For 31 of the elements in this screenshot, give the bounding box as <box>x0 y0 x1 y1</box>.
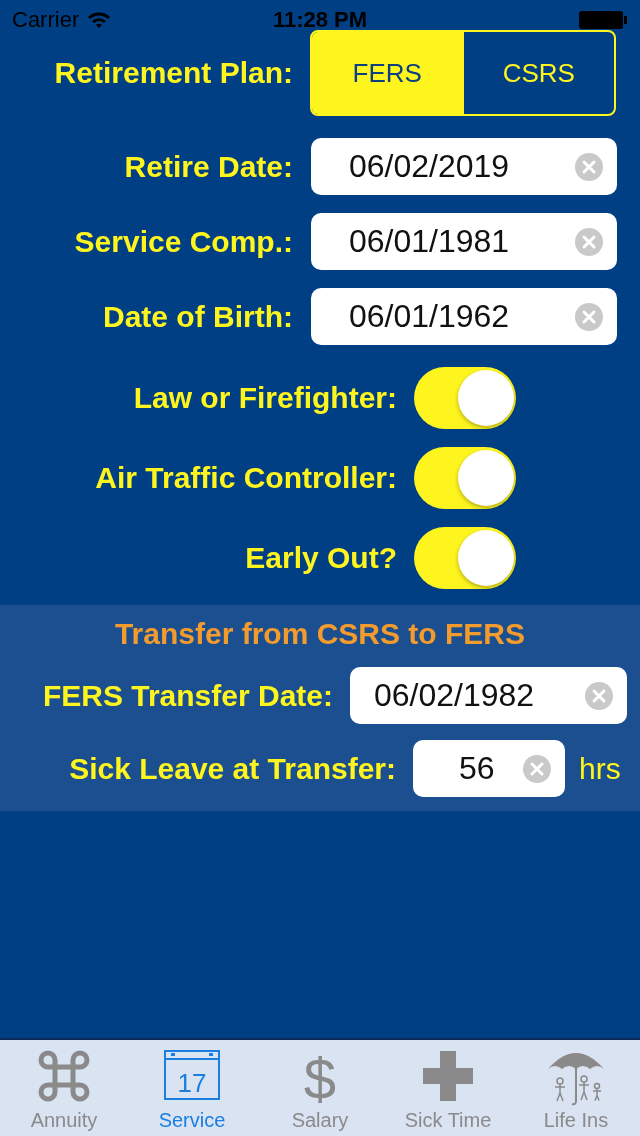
hours-field[interactable]: 56 <box>413 740 565 797</box>
clear-icon[interactable] <box>575 302 603 331</box>
battery-icon <box>578 10 628 30</box>
section-title: Transfer from CSRS to FERS <box>113 617 527 651</box>
toggle-switch[interactable] <box>414 527 516 589</box>
date-field[interactable]: 06/01/1981 <box>311 213 617 270</box>
carrier-label: Carrier <box>12 7 80 33</box>
field-label: Retire Date: <box>123 149 293 184</box>
clear-icon[interactable] <box>575 152 603 181</box>
clear-icon[interactable] <box>575 227 603 256</box>
field-label: Service Comp.: <box>73 224 293 259</box>
field-label: Date of Birth: <box>102 299 293 334</box>
toggle-switch[interactable] <box>414 447 516 509</box>
clear-icon[interactable] <box>585 681 613 710</box>
field-label: Sick Leave at Transfer: <box>68 751 396 786</box>
dollar-icon: $ <box>289 1045 351 1107</box>
unit-label: hrs <box>579 751 621 786</box>
clear-icon[interactable] <box>523 754 551 783</box>
plan-segment[interactable]: CSRS <box>462 32 614 114</box>
status-time: 11:28 PM <box>272 7 368 33</box>
toggle-label: Air Traffic Controller: <box>94 461 397 495</box>
toggle-label: Law or Firefighter: <box>132 381 397 415</box>
field-label: Retirement Plan: <box>53 56 293 90</box>
toggle-label: Early Out? <box>244 541 397 575</box>
toggle-switch[interactable] <box>414 367 516 429</box>
date-field[interactable]: 06/02/1982 <box>350 667 627 724</box>
date-field[interactable]: 06/01/1962 <box>311 288 617 345</box>
plan-segment[interactable]: FERS <box>312 32 463 114</box>
wifi-icon <box>87 11 112 29</box>
date-field[interactable]: 06/02/2019 <box>311 138 617 195</box>
field-label: FERS Transfer Date: <box>41 678 333 713</box>
